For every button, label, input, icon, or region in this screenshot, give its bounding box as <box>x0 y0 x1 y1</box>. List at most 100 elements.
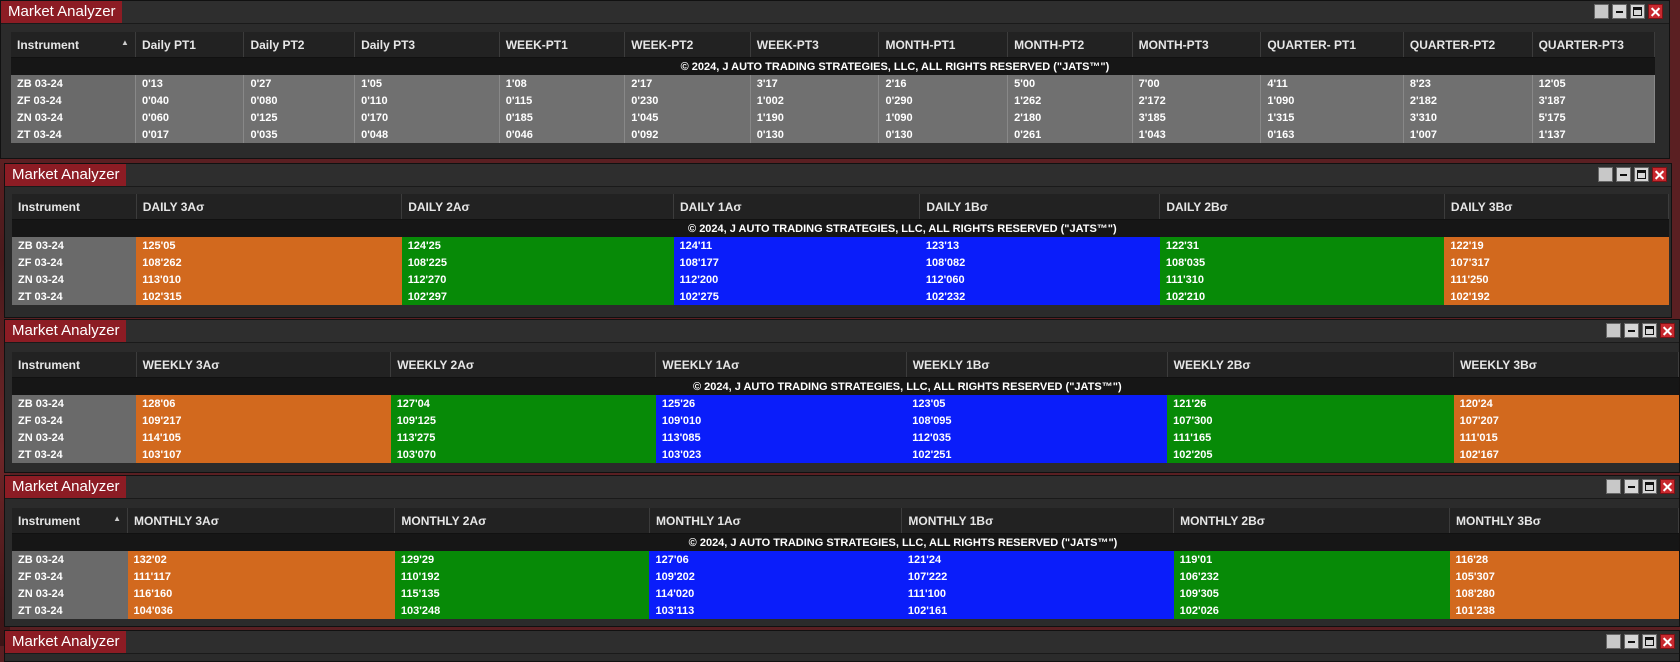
instrument-cell[interactable]: ZF 03-24 <box>12 254 137 271</box>
column-header[interactable]: MONTH-PT3 <box>1132 32 1262 58</box>
column-header[interactable]: QUARTER-PT2 <box>1403 32 1533 58</box>
minimize-button[interactable] <box>1624 479 1639 494</box>
value-cell: 114'020 <box>649 585 902 602</box>
table-row[interactable]: ZT 03-24 102'315 102'297 102'275 102'232 102'… <box>12 288 1669 305</box>
column-header[interactable]: WEEKLY 2Bσ <box>1167 352 1455 378</box>
value-cell: 2'16 <box>878 75 1009 92</box>
instrument-cell[interactable]: ZN 03-24 <box>11 109 136 126</box>
window-options-button[interactable] <box>1606 479 1621 494</box>
table-row[interactable]: ZN 03-24 114'105 113'275 113'085 112'035 111'… <box>12 429 1679 446</box>
column-header[interactable]: WEEKLY 3Aσ <box>136 352 392 378</box>
column-header-instrument[interactable]: Instrument <box>12 352 137 378</box>
column-header[interactable]: QUARTER- PT1 <box>1260 32 1404 58</box>
column-header[interactable]: MONTHLY 2Aσ <box>394 508 650 534</box>
column-header[interactable]: WEEK-PT3 <box>750 32 880 58</box>
close-button[interactable] <box>1648 4 1663 19</box>
title-bar[interactable]: Market Analyzer <box>5 476 1679 499</box>
column-header[interactable]: MONTH-PT2 <box>1007 32 1133 58</box>
table-row[interactable]: ZN 03-24 0'060 0'125 0'170 0'185 1'045 1'190 1'… <box>11 109 1656 126</box>
instrument-cell[interactable]: ZF 03-24 <box>12 568 128 585</box>
window-title: Market Analyzer <box>5 476 126 498</box>
table-row[interactable]: ZB 03-24 128'06 127'04 125'26 123'05 121'26 12… <box>12 395 1679 412</box>
column-header[interactable]: Daily PT3 <box>354 32 500 58</box>
window-options-button[interactable] <box>1606 634 1621 649</box>
window-options-button[interactable] <box>1598 167 1613 182</box>
title-bar[interactable]: Market Analyzer <box>1 1 1669 24</box>
window-options-button[interactable] <box>1606 323 1621 338</box>
table-row[interactable]: ZT 03-24 0'017 0'035 0'048 0'046 0'092 0'130 0'… <box>11 126 1656 143</box>
column-header[interactable]: Daily PT1 <box>135 32 245 58</box>
instrument-cell[interactable]: ZB 03-24 <box>12 395 137 412</box>
sort-ascending-icon[interactable]: ▲ <box>113 514 121 523</box>
instrument-cell[interactable]: ZN 03-24 <box>12 585 128 602</box>
maximize-button[interactable] <box>1642 323 1657 338</box>
column-header[interactable]: MONTHLY 3Bσ <box>1449 508 1679 534</box>
instrument-cell[interactable]: ZF 03-24 <box>12 412 137 429</box>
table-row[interactable]: ZF 03-24 109'217 109'125 109'010 108'095 107'… <box>12 412 1679 429</box>
column-header[interactable]: MONTH-PT1 <box>878 32 1009 58</box>
close-button[interactable] <box>1660 323 1675 338</box>
instrument-cell[interactable]: ZT 03-24 <box>12 602 128 619</box>
window-options-button[interactable] <box>1594 4 1609 19</box>
value-cell: 0'017 <box>135 126 245 143</box>
close-button[interactable] <box>1660 634 1675 649</box>
instrument-cell[interactable]: ZB 03-24 <box>12 237 137 254</box>
table-row[interactable]: ZF 03-24 0'040 0'080 0'110 0'115 0'230 1'002 0'… <box>11 92 1656 109</box>
column-header-instrument[interactable]: Instrument ▲ <box>12 508 129 534</box>
minimize-button[interactable] <box>1612 4 1627 19</box>
column-header[interactable]: WEEKLY 3Bσ <box>1453 352 1679 378</box>
instrument-cell[interactable]: ZF 03-24 <box>11 92 136 109</box>
column-header[interactable]: Daily PT2 <box>243 32 356 58</box>
column-header-instrument[interactable]: Instrument <box>12 194 137 220</box>
maximize-button[interactable] <box>1630 4 1645 19</box>
column-header[interactable]: DAILY 2Aσ <box>401 194 675 220</box>
table-row[interactable]: ZB 03-24 132'02 129'29 127'06 121'24 119'01 11… <box>12 551 1679 568</box>
title-bar[interactable]: Market Analyzer <box>5 631 1679 654</box>
title-bar[interactable]: Market Analyzer <box>5 164 1671 187</box>
value-cell: 0'290 <box>878 92 1009 109</box>
column-header[interactable]: DAILY 3Aσ <box>136 194 403 220</box>
column-header[interactable]: MONTHLY 1Aσ <box>649 508 903 534</box>
market-analyzer-window-pt: Market Analyzer Instrument ▲ Daily PT1 Dail… <box>0 0 1670 159</box>
table-row[interactable]: ZN 03-24 113'010 112'270 112'200 112'060 111'… <box>12 271 1669 288</box>
close-button[interactable] <box>1660 479 1675 494</box>
column-header-instrument[interactable]: Instrument ▲ <box>11 32 136 58</box>
instrument-cell[interactable]: ZT 03-24 <box>12 288 137 305</box>
column-header[interactable]: WEEKLY 1Bσ <box>906 352 1168 378</box>
table-row[interactable]: ZF 03-24 108'262 108'225 108'177 108'082 108'… <box>12 254 1669 271</box>
close-button[interactable] <box>1652 167 1667 182</box>
column-header[interactable]: DAILY 1Bσ <box>919 194 1161 220</box>
instrument-cell[interactable]: ZN 03-24 <box>12 429 137 446</box>
column-header[interactable]: DAILY 1Aσ <box>673 194 921 220</box>
instrument-cell[interactable]: ZT 03-24 <box>11 126 136 143</box>
column-header[interactable]: DAILY 3Bσ <box>1444 194 1670 220</box>
minimize-button[interactable] <box>1624 323 1639 338</box>
instrument-cell[interactable]: ZB 03-24 <box>12 551 128 568</box>
maximize-button[interactable] <box>1642 634 1657 649</box>
column-header[interactable]: QUARTER-PT3 <box>1532 32 1656 58</box>
instrument-cell[interactable]: ZB 03-24 <box>11 75 136 92</box>
column-header[interactable]: WEEKLY 1Aσ <box>655 352 907 378</box>
column-header[interactable]: MONTHLY 3Aσ <box>127 508 396 534</box>
column-header[interactable]: MONTHLY 1Bσ <box>901 508 1175 534</box>
column-header[interactable]: MONTHLY 2Bσ <box>1173 508 1451 534</box>
maximize-button[interactable] <box>1634 167 1649 182</box>
minimize-button[interactable] <box>1624 634 1639 649</box>
column-header[interactable]: WEEKLY 2Aσ <box>390 352 657 378</box>
column-header[interactable]: DAILY 2Bσ <box>1159 194 1445 220</box>
title-bar[interactable]: Market Analyzer <box>5 320 1679 343</box>
instrument-cell[interactable]: ZN 03-24 <box>12 271 137 288</box>
column-header[interactable]: WEEK-PT2 <box>624 32 751 58</box>
column-header[interactable]: WEEK-PT1 <box>499 32 626 58</box>
table-row[interactable]: ZN 03-24 116'160 115'135 114'020 111'100 109'… <box>12 585 1679 602</box>
instrument-cell[interactable]: ZT 03-24 <box>12 446 137 463</box>
table-row[interactable]: ZF 03-24 111'117 110'192 109'202 107'222 106'… <box>12 568 1679 585</box>
table-row[interactable]: ZT 03-24 104'036 103'248 103'113 102'161 102'… <box>12 602 1679 619</box>
minimize-button[interactable] <box>1616 167 1631 182</box>
sort-ascending-icon[interactable]: ▲ <box>121 38 129 47</box>
maximize-button[interactable] <box>1642 479 1657 494</box>
table-row[interactable]: ZT 03-24 103'107 103'070 103'023 102'251 102'… <box>12 446 1679 463</box>
table-row[interactable]: ZB 03-24 125'05 124'25 124'11 123'13 122'31 12… <box>12 237 1669 254</box>
value-cell: 124'25 <box>401 237 674 254</box>
table-row[interactable]: ZB 03-24 0'13 0'27 1'05 1'08 2'17 3'17 2'16 5'00… <box>11 75 1656 92</box>
